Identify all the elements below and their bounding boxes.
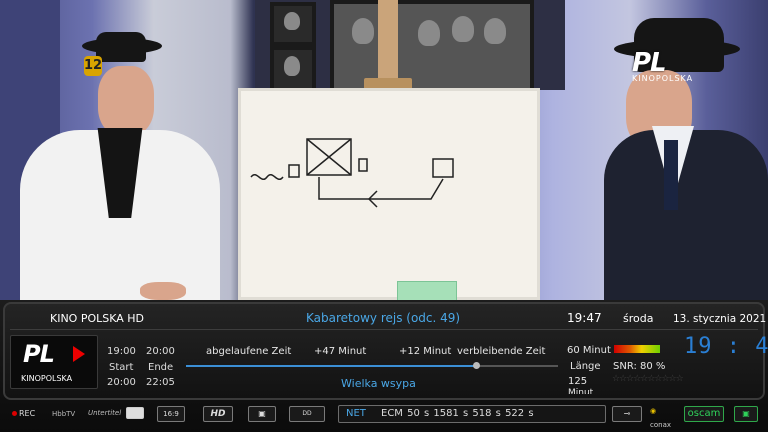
weekday: środa	[623, 312, 654, 325]
key-icon: ⊸	[612, 406, 642, 422]
elapsed-label: abgelaufene Zeit	[206, 346, 292, 357]
green-marker-box	[397, 281, 457, 300]
hd-icon: HD	[203, 406, 233, 422]
length-value: 125	[568, 376, 588, 387]
current-start-time: 19:00	[107, 346, 136, 357]
elapsed-value: +47 Minut	[314, 346, 367, 357]
whiteboard-drawing	[250, 138, 454, 208]
teletext-icon	[126, 407, 144, 419]
rating-stars-icon: ☆☆☆☆☆☆☆☆☆☆	[612, 374, 684, 384]
next-program-title: Wielka wsypa	[341, 377, 416, 390]
rec-label: REC	[19, 409, 36, 418]
clock-small: 19:47	[567, 311, 602, 325]
conax-label: conax	[650, 421, 671, 429]
channel-age-badge: 12	[84, 56, 102, 76]
tv-picture: 12 PL KINOPOLSKA	[0, 0, 768, 300]
program-progress-bar	[186, 362, 558, 369]
net-label: NET	[346, 408, 366, 419]
date: 13. stycznia 2021	[673, 313, 767, 325]
rec-dot-icon	[12, 411, 17, 416]
end-label: Ende	[148, 362, 174, 373]
length-unit: Minut	[568, 388, 594, 394]
wall-photo-2	[270, 46, 316, 92]
program-title: Kabaretowy rejs (odc. 49)	[306, 311, 461, 325]
next-start-time: 20:00	[107, 377, 136, 388]
screen-icon: ▣	[734, 406, 758, 422]
logo-sub: KINOPOLSKA	[21, 374, 73, 383]
next-end-time: 22:05	[146, 377, 175, 388]
wall-photo-large	[330, 0, 534, 92]
channel-name: KINO POLSKA HD	[50, 312, 145, 325]
ecm-times: ECM 50 s 1581 s 518 s 522 s	[381, 408, 534, 419]
channel-watermark-logo: PL KINOPOLSKA	[632, 48, 693, 83]
progress-fill	[186, 365, 477, 367]
current-end-time: 20:00	[146, 346, 175, 357]
rec-indicator: REC	[12, 407, 35, 423]
aspect-ratio-icon: 16:9	[157, 406, 185, 422]
length-label: Länge	[570, 361, 601, 372]
whiteboard	[238, 88, 540, 300]
channel-logo: PL KINOPOLSKA	[10, 335, 98, 389]
conax-icon: ◉ conax	[650, 407, 671, 429]
oscam-icon: oscam	[684, 406, 724, 422]
start-label: Start	[109, 362, 134, 373]
logo-brand: PL	[23, 340, 55, 368]
subtitles-icon: Untertitel	[88, 409, 122, 417]
clock-large: 19 : 47	[684, 334, 768, 359]
dolby-digital-icon: DD	[289, 406, 325, 422]
easel-post	[378, 0, 398, 84]
signal-strength-bar	[614, 345, 660, 353]
remaining-value: +12 Minut	[399, 346, 452, 357]
divider	[10, 329, 758, 330]
snr-value: SNR: 80 %	[613, 361, 666, 372]
video-format-icon: ▣	[248, 406, 276, 422]
watermark-sub: KINOPOLSKA	[632, 74, 694, 83]
duration-value: 60 Minut	[567, 345, 611, 356]
play-triangle-icon	[73, 346, 85, 362]
remaining-label: verbleibende Zeit	[457, 346, 546, 357]
wall-photo-1	[270, 2, 316, 46]
hbbtv-icon: HbbTV	[52, 410, 76, 418]
